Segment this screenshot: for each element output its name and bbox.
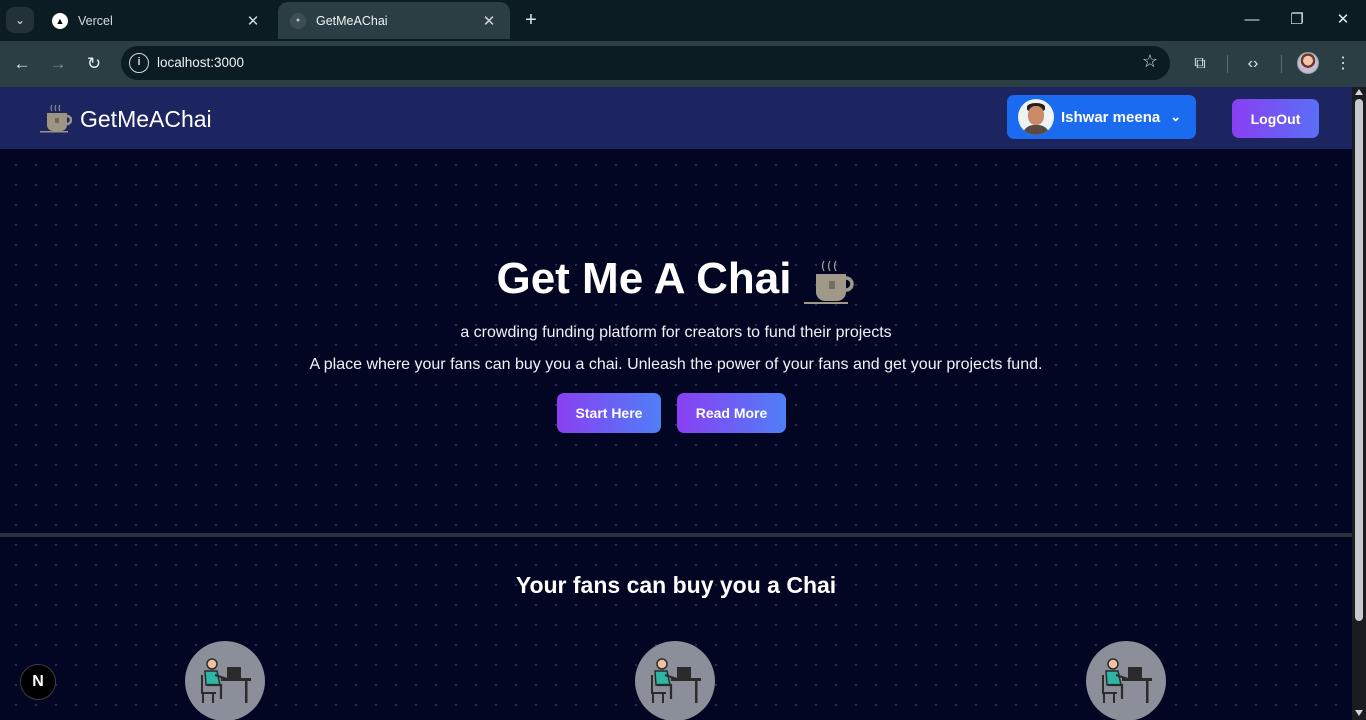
browser-tab-strip: ⌄ ▲ Vercel ✕ ● GetMeAChai ✕ + — ❐ ✕ [0, 0, 1366, 41]
read-more-button[interactable]: Read More [677, 393, 786, 433]
scroll-down-arrow-icon[interactable] [1355, 710, 1363, 716]
hero-title: Get Me A Chai [0, 252, 1352, 306]
reload-icon[interactable]: ↻ [81, 51, 107, 77]
feature-icon-1 [185, 641, 265, 720]
scrollbar-thumb[interactable] [1355, 99, 1363, 621]
site-navbar: GetMeAChai Ishwar meena ⌄ LogOut [0, 87, 1352, 149]
address-bar[interactable]: i localhost:3000 ☆ [121, 46, 1170, 80]
user-name: Ishwar meena [1061, 108, 1161, 126]
person-at-desk-icon [651, 658, 701, 703]
new-tab-button[interactable]: + [520, 8, 542, 32]
toolbar-divider [1281, 55, 1282, 73]
section-title: Your fans can buy you a Chai [515, 572, 837, 598]
tab-vercel[interactable]: ▲ Vercel ✕ [40, 2, 274, 39]
page-scrollbar[interactable] [1352, 87, 1366, 720]
start-here-button[interactable]: Start Here [557, 393, 661, 433]
extensions-puzzle-icon[interactable]: ⧉ [1187, 51, 1213, 77]
site-logo-text[interactable]: GetMeAChai [80, 106, 212, 133]
maximize-button[interactable]: ❐ [1282, 8, 1312, 32]
page-viewport: GetMeAChai Ishwar meena ⌄ LogOut Get Me … [0, 87, 1352, 720]
user-dropdown-button[interactable]: Ishwar meena ⌄ [1007, 95, 1196, 139]
browser-toolbar: ← → ↻ i localhost:3000 ☆ ⧉ ‹› ⋮ [0, 41, 1366, 87]
nextjs-dev-badge[interactable]: N [20, 664, 56, 700]
code-brackets-icon[interactable]: ‹› [1240, 51, 1266, 77]
address-url[interactable]: localhost:3000 [157, 55, 244, 70]
hero-subtitle: a crowding funding platform for creators… [460, 324, 892, 341]
site-favicon-icon: ● [290, 12, 306, 29]
hero-title-text: Get Me A Chai [496, 254, 792, 303]
hero-description: A place where your fans can buy you a ch… [309, 356, 1043, 373]
scroll-up-arrow-icon[interactable] [1355, 89, 1363, 95]
chevron-down-icon: ⌄ [1170, 109, 1182, 124]
close-icon[interactable]: ✕ [480, 12, 498, 30]
person-at-desk-icon [201, 658, 251, 703]
profile-avatar[interactable] [1297, 52, 1319, 74]
window-close-button[interactable]: ✕ [1328, 8, 1358, 32]
vercel-triangle-icon: ▲ [52, 12, 68, 29]
logout-button[interactable]: LogOut [1232, 99, 1319, 138]
chevron-down-icon: ⌄ [14, 13, 26, 27]
section-divider [0, 533, 1352, 537]
more-menu-icon[interactable]: ⋮ [1330, 51, 1356, 77]
person-at-desk-icon [1102, 658, 1152, 703]
tab-search-button[interactable]: ⌄ [6, 7, 34, 33]
toolbar-divider [1227, 55, 1228, 73]
user-avatar [1018, 99, 1054, 135]
feature-icon-2 [635, 641, 715, 720]
tab-title: Vercel [78, 13, 113, 28]
close-icon[interactable]: ✕ [244, 12, 262, 30]
feature-icon-3 [1086, 641, 1166, 720]
chai-cup-icon [40, 104, 72, 133]
back-arrow-icon[interactable]: ← [9, 51, 35, 77]
minimize-button[interactable]: — [1237, 8, 1267, 32]
site-info-icon[interactable]: i [129, 53, 149, 73]
bookmark-star-icon[interactable]: ☆ [1142, 51, 1158, 72]
tab-title: GetMeAChai [316, 13, 388, 28]
forward-arrow-icon[interactable]: → [45, 51, 71, 77]
chai-cup-icon [803, 260, 854, 304]
tab-getmeachai[interactable]: ● GetMeAChai ✕ [278, 2, 510, 39]
